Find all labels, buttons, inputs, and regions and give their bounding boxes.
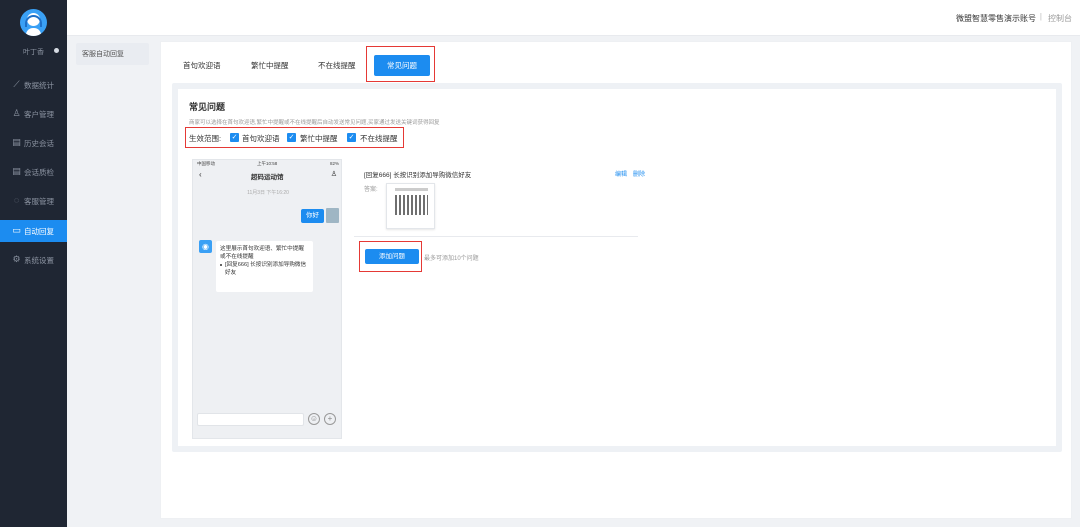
highlight-box-scope — [185, 127, 404, 148]
status-time: 上午10:58 — [257, 161, 278, 166]
header-separator: | — [1039, 12, 1042, 21]
sidebar-item-customers[interactable]: ♙ 客户管理 — [0, 103, 67, 125]
question-text: [回复666] 长按识别添加导购微信好友 — [364, 172, 472, 179]
edit-link[interactable]: 编辑 — [615, 169, 627, 178]
chat-input — [197, 413, 304, 426]
document-icon: ▤ — [12, 137, 21, 147]
sidebar-item-label: 会话质检 — [24, 168, 54, 177]
document-check-icon: ▤ — [12, 166, 21, 176]
tab-offline[interactable]: 不在线提醒 — [318, 60, 356, 72]
submenu-label: 客服自动回复 — [82, 51, 124, 58]
sidebar-item-label: 历史会话 — [24, 139, 54, 148]
qr-code-image — [386, 183, 435, 229]
delete-link[interactable]: 删除 — [633, 169, 645, 178]
chat-timestamp: 11月3日 下午16:20 — [247, 190, 289, 196]
user-icon: ♙ — [12, 108, 21, 118]
main-panel: 首句欢迎语 繁忙中提醒 不在线提醒 常见问题 常见问题 商家可以选择在首句欢迎语… — [160, 41, 1072, 519]
top-header: 微盟智慧零售演示账号 | 控制台 — [67, 0, 1080, 36]
add-question-hint: 最多可添加10个问题 — [424, 256, 479, 262]
console-link[interactable]: 控制台 — [1048, 13, 1072, 24]
chat-header: ‹ 超码运动馆 ♙ — [193, 169, 343, 182]
highlight-box-tab — [366, 46, 435, 82]
sidebar-item-history[interactable]: ▤ 历史会话 — [0, 132, 67, 154]
user-name: 叶丁香 — [23, 49, 44, 56]
phone-status-bar: 中国移动 上午10:58 82% — [193, 160, 343, 168]
sidebar-item-label: 自动回复 — [24, 227, 54, 236]
battery-text: 82% — [329, 161, 339, 166]
chat-icon: ▭ — [12, 225, 21, 235]
tab-welcome[interactable]: 首句欢迎语 — [183, 60, 221, 72]
user-avatar — [326, 208, 339, 223]
sidebar-item-quality[interactable]: ▤ 会话质检 — [0, 161, 67, 183]
back-icon: ‹ — [199, 170, 202, 179]
sidebar-item-label: 客户管理 — [24, 110, 54, 119]
divider — [354, 236, 638, 237]
bot-message: 这里展示首句欢迎语、繁忙中提醒或不在线提醒 [回复666] 长按识别添加导购微信… — [216, 241, 313, 292]
status-dot-icon — [54, 48, 59, 53]
phone-preview: 中国移动 上午10:58 82% ‹ 超码运动馆 ♙ 11月3日 下午16:20… — [192, 159, 342, 439]
person-icon: ♙ — [330, 171, 337, 178]
sidebar-item-agents[interactable]: ◌ 客服管理 — [0, 190, 67, 212]
highlight-box-add — [359, 241, 422, 272]
chat-title: 超码运动馆 — [251, 174, 284, 181]
sidebar-item-settings[interactable]: ⚙ 系统设置 — [0, 249, 67, 271]
sidebar-item-label: 数据统计 — [24, 81, 54, 90]
answer-label: 答案: — [364, 187, 378, 193]
account-name[interactable]: 微盟智慧零售演示账号 — [956, 13, 1036, 24]
tab-busy[interactable]: 繁忙中提醒 — [251, 60, 289, 72]
sidebar-item-label: 客服管理 — [24, 197, 54, 206]
user-status[interactable]: 叶丁香 — [0, 46, 67, 56]
section-title: 常见问题 — [189, 102, 226, 112]
bot-avatar-icon: ◉ — [199, 240, 212, 253]
sidebar-item-label: 系统设置 — [24, 256, 54, 265]
sidebar: 叶丁香 ⟋ 数据统计 ♙ 客户管理 ▤ 历史会话 ▤ 会话质检 ◌ 客服管理 ▭… — [0, 0, 67, 527]
bot-message-line: 这里展示首句欢迎语、繁忙中提醒或不在线提醒 — [220, 246, 304, 260]
chart-line-icon: ⟋ — [13, 79, 20, 89]
plus-icon: + — [324, 413, 336, 425]
faq-card: 常见问题 商家可以选择在首句欢迎语,繁忙中提醒或不在线提醒后自动发送常见问题,买… — [178, 89, 1056, 446]
content-area: 常见问题 商家可以选择在首句欢迎语,繁忙中提醒或不在线提醒后自动发送常见问题,买… — [172, 83, 1062, 452]
sidebar-item-auto-reply[interactable]: ▭ 自动回复 — [0, 220, 67, 242]
sidebar-item-data-stats[interactable]: ⟋ 数据统计 — [0, 74, 67, 96]
headset-icon: ◌ — [13, 195, 20, 205]
user-message: 你好 — [301, 209, 324, 223]
carrier-text: 中国移动 — [197, 161, 215, 166]
logo — [20, 9, 47, 36]
section-description: 商家可以选择在首句欢迎语,繁忙中提醒或不在线提醒后自动发送常见问题,买家通过发送… — [189, 120, 440, 126]
bot-message-faq-item: [回复666] 长按识别添加导购微信好友 — [220, 261, 309, 277]
emoji-icon: ☺ — [308, 413, 320, 425]
submenu-item-auto-reply[interactable]: 客服自动回复 — [76, 43, 149, 65]
gear-icon: ⚙ — [12, 254, 21, 264]
